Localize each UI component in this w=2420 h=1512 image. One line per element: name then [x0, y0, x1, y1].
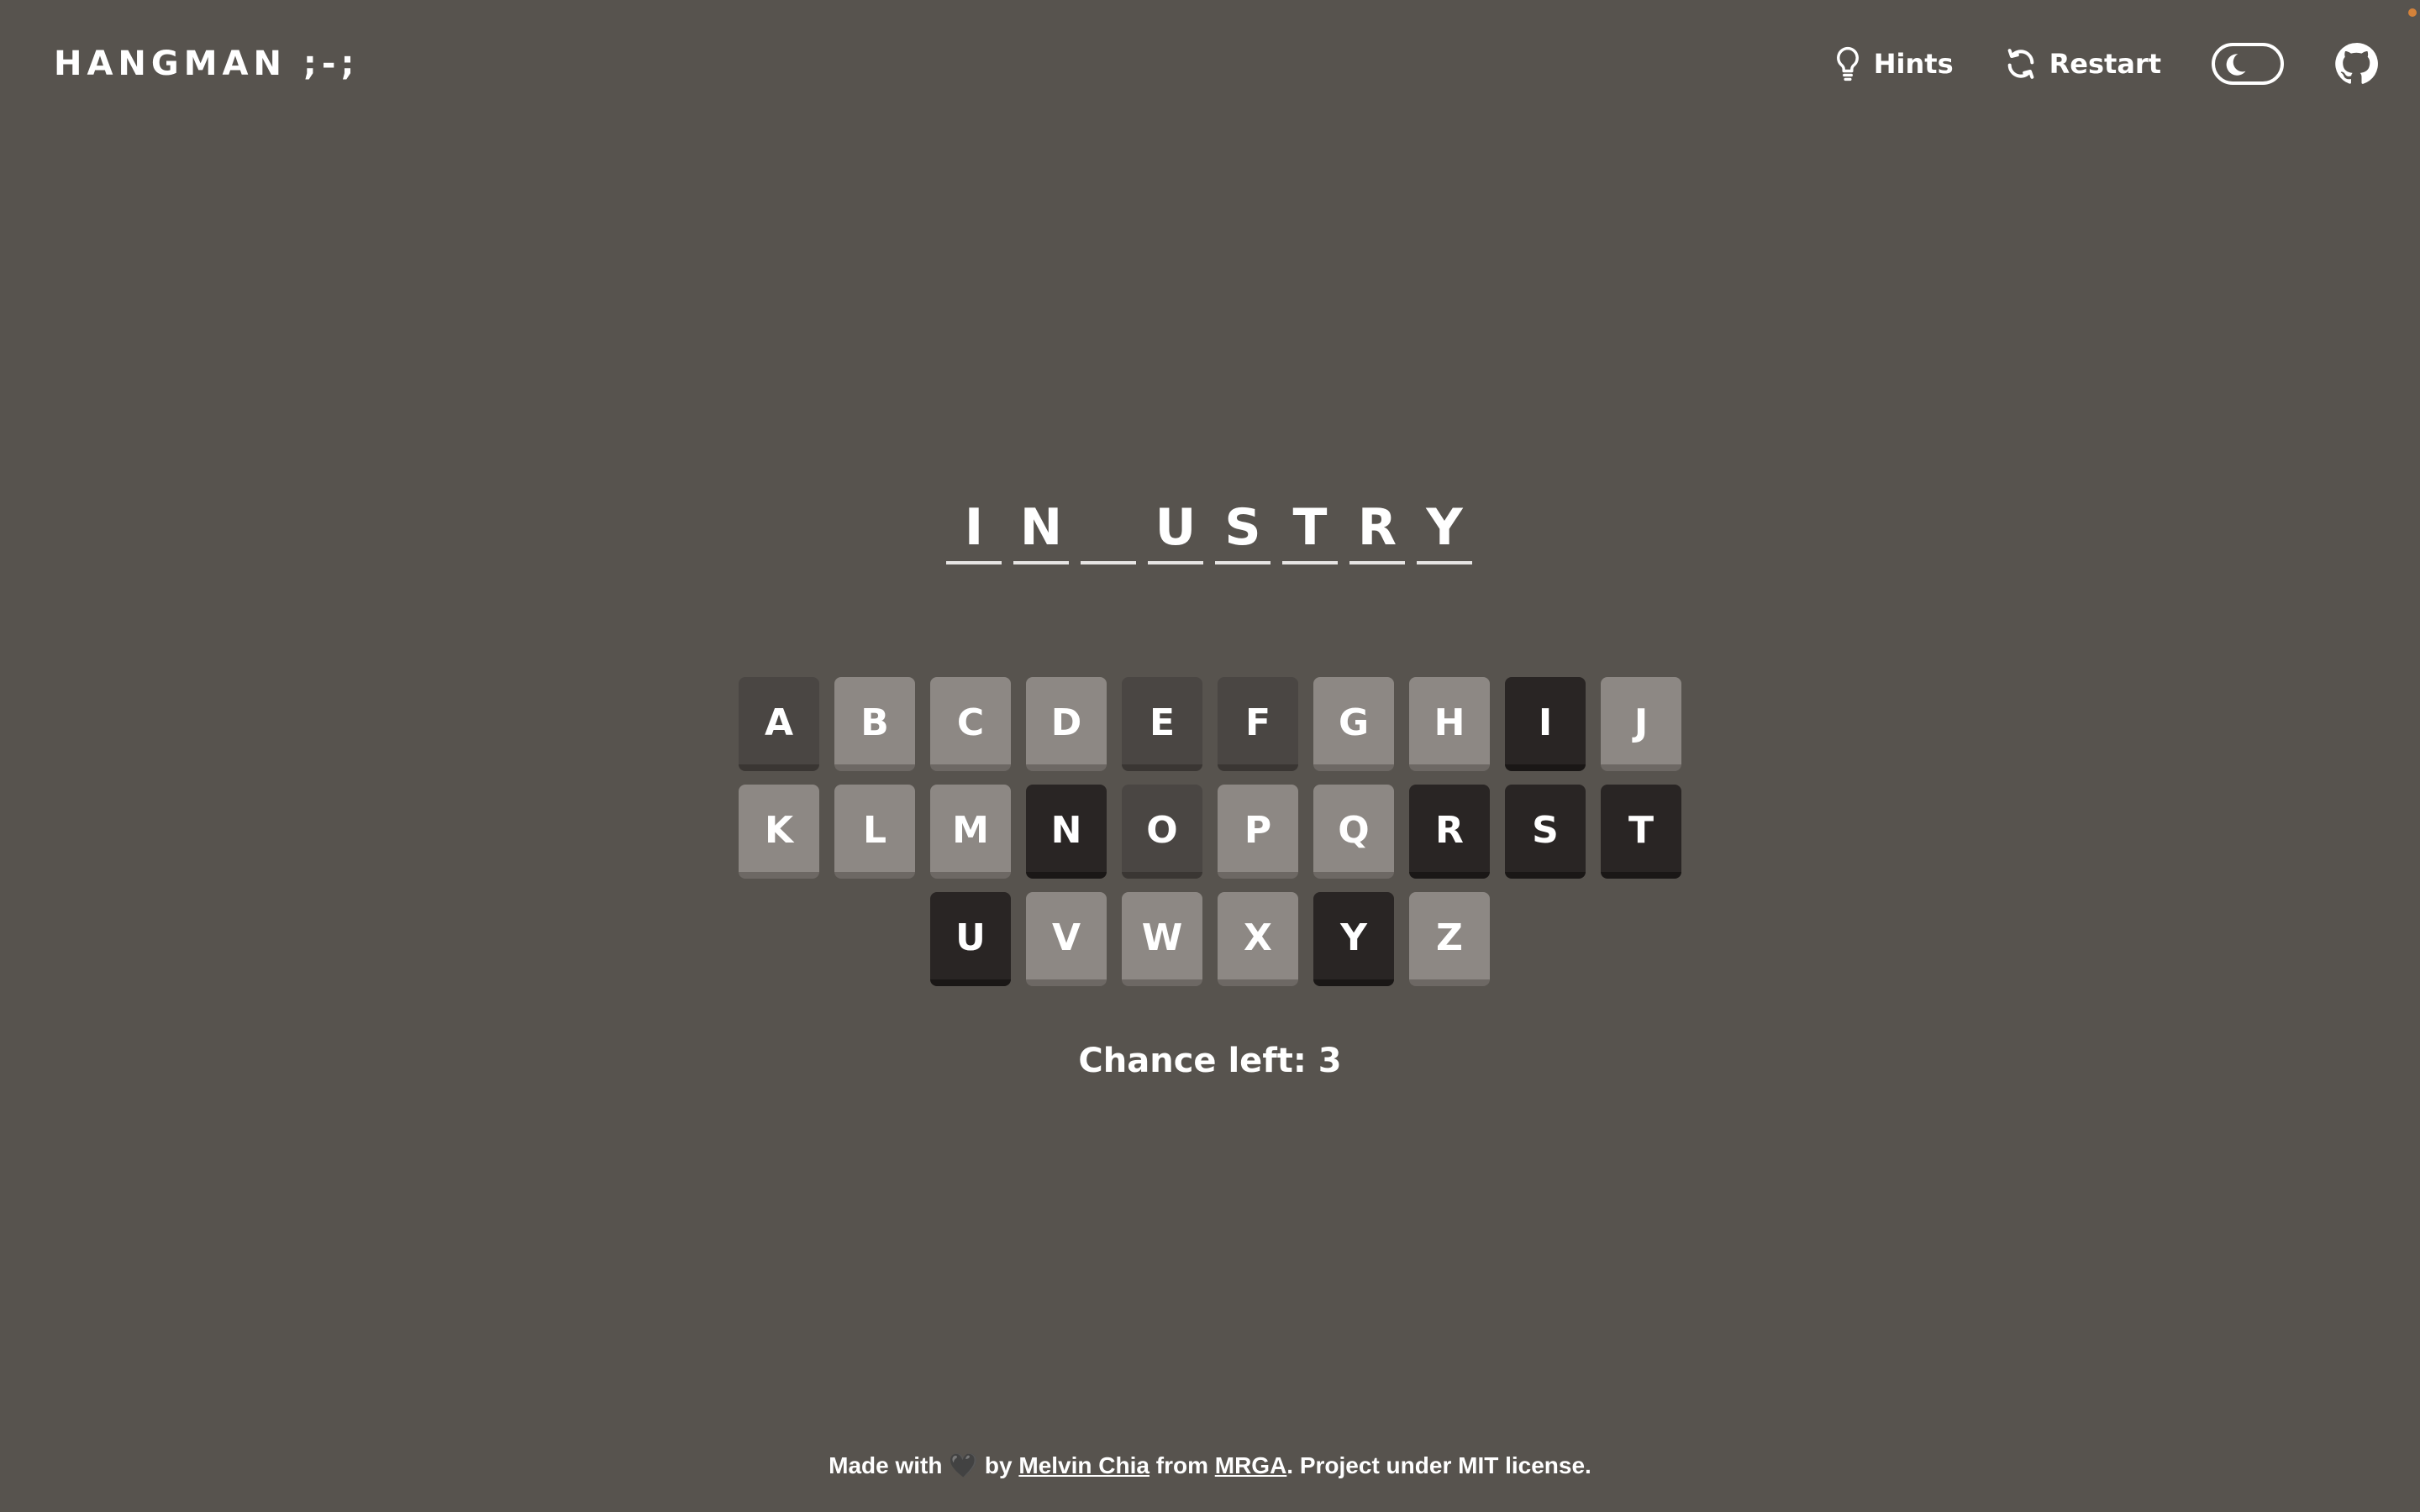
word-display: IN USTRY	[946, 494, 1484, 564]
slot-underline	[1013, 561, 1069, 564]
letter-slot: U	[1148, 494, 1203, 564]
slot-underline	[1215, 561, 1270, 564]
key-q[interactable]: Q	[1313, 785, 1394, 879]
header: HANGMAN ;-; Hints Restart	[0, 0, 2420, 126]
hints-label: Hints	[1873, 48, 1954, 80]
letter-keyboard: ABCDEFGHIJ KLMNOPQRST UVWXYZ	[0, 677, 2420, 1000]
moon-icon	[2226, 54, 2246, 76]
slot-underline	[946, 561, 1002, 564]
key-t[interactable]: T	[1601, 785, 1681, 879]
key-e[interactable]: E	[1122, 677, 1202, 771]
slot-underline	[1148, 561, 1203, 564]
key-l[interactable]: L	[834, 785, 915, 879]
key-x[interactable]: X	[1218, 892, 1298, 986]
restart-label: Restart	[2049, 48, 2161, 80]
keyboard-row: KLMNOPQRST	[0, 785, 2420, 879]
key-j[interactable]: J	[1601, 677, 1681, 771]
slot-underline	[1349, 561, 1405, 564]
key-o[interactable]: O	[1122, 785, 1202, 879]
key-d[interactable]: D	[1026, 677, 1107, 771]
footer-prefix: Made with	[829, 1452, 950, 1478]
github-icon	[2335, 43, 2378, 84]
notification-dot	[2408, 8, 2417, 17]
key-n[interactable]: N	[1026, 785, 1107, 879]
key-y[interactable]: Y	[1313, 892, 1394, 986]
key-u[interactable]: U	[930, 892, 1011, 986]
theme-toggle[interactable]	[2212, 43, 2284, 85]
slot-letter: Y	[1426, 498, 1463, 557]
slot-letter: U	[1155, 498, 1197, 557]
key-s[interactable]: S	[1505, 785, 1586, 879]
letter-slot: T	[1282, 494, 1338, 564]
key-g[interactable]: G	[1313, 677, 1394, 771]
key-i[interactable]: I	[1505, 677, 1586, 771]
chances-left: Chance left: 3	[1078, 1042, 1342, 1080]
slot-underline	[1081, 561, 1136, 564]
slot-letter: T	[1292, 498, 1328, 557]
key-v[interactable]: V	[1026, 892, 1107, 986]
key-p[interactable]: P	[1218, 785, 1298, 879]
author-link[interactable]: Melvin Chia	[1018, 1452, 1150, 1478]
page: HANGMAN ;-; Hints Restart I N U S T R Y …	[0, 0, 2420, 1512]
slot-underline	[1282, 561, 1338, 564]
key-m[interactable]: M	[930, 785, 1011, 879]
key-r[interactable]: R	[1409, 785, 1490, 879]
footer-suffix: . Project under MIT license.	[1286, 1452, 1591, 1478]
key-f[interactable]: F	[1218, 677, 1298, 771]
key-w[interactable]: W	[1122, 892, 1202, 986]
restart-button[interactable]: Restart	[2004, 47, 2161, 81]
hints-button[interactable]: Hints	[1833, 45, 1954, 83]
letter-slot	[1081, 494, 1136, 564]
footer: Made with 🖤 by Melvin Chia from MRGA. Pr…	[0, 1452, 2420, 1479]
key-z[interactable]: Z	[1409, 892, 1490, 986]
heart-icon: 🖤	[949, 1452, 979, 1478]
key-k[interactable]: K	[739, 785, 819, 879]
slot-underline	[1417, 561, 1472, 564]
slot-letter: I	[964, 498, 984, 557]
github-link[interactable]	[2334, 42, 2378, 86]
restart-icon	[2007, 49, 2033, 79]
key-b[interactable]: B	[834, 677, 915, 771]
footer-from: from	[1149, 1452, 1215, 1478]
key-h[interactable]: H	[1409, 677, 1490, 771]
app-title: HANGMAN ;-;	[54, 45, 360, 83]
letter-slot: Y	[1417, 494, 1472, 564]
key-c[interactable]: C	[930, 677, 1011, 771]
footer-by: by	[978, 1452, 1019, 1478]
slot-letter: N	[1019, 498, 1063, 557]
letter-slot: R	[1349, 494, 1405, 564]
top-nav: Hints Restart	[1783, 37, 2378, 91]
letter-slot: I	[946, 494, 1002, 564]
key-a[interactable]: A	[739, 677, 819, 771]
letter-slot: N	[1013, 494, 1069, 564]
lightbulb-icon	[1836, 46, 1859, 81]
slot-letter: R	[1357, 498, 1397, 557]
slot-letter: S	[1224, 498, 1261, 557]
org-link[interactable]: MRGA	[1215, 1452, 1287, 1478]
keyboard-row: ABCDEFGHIJ	[0, 677, 2420, 771]
letter-slot: S	[1215, 494, 1270, 564]
keyboard-row: UVWXYZ	[0, 892, 2420, 986]
